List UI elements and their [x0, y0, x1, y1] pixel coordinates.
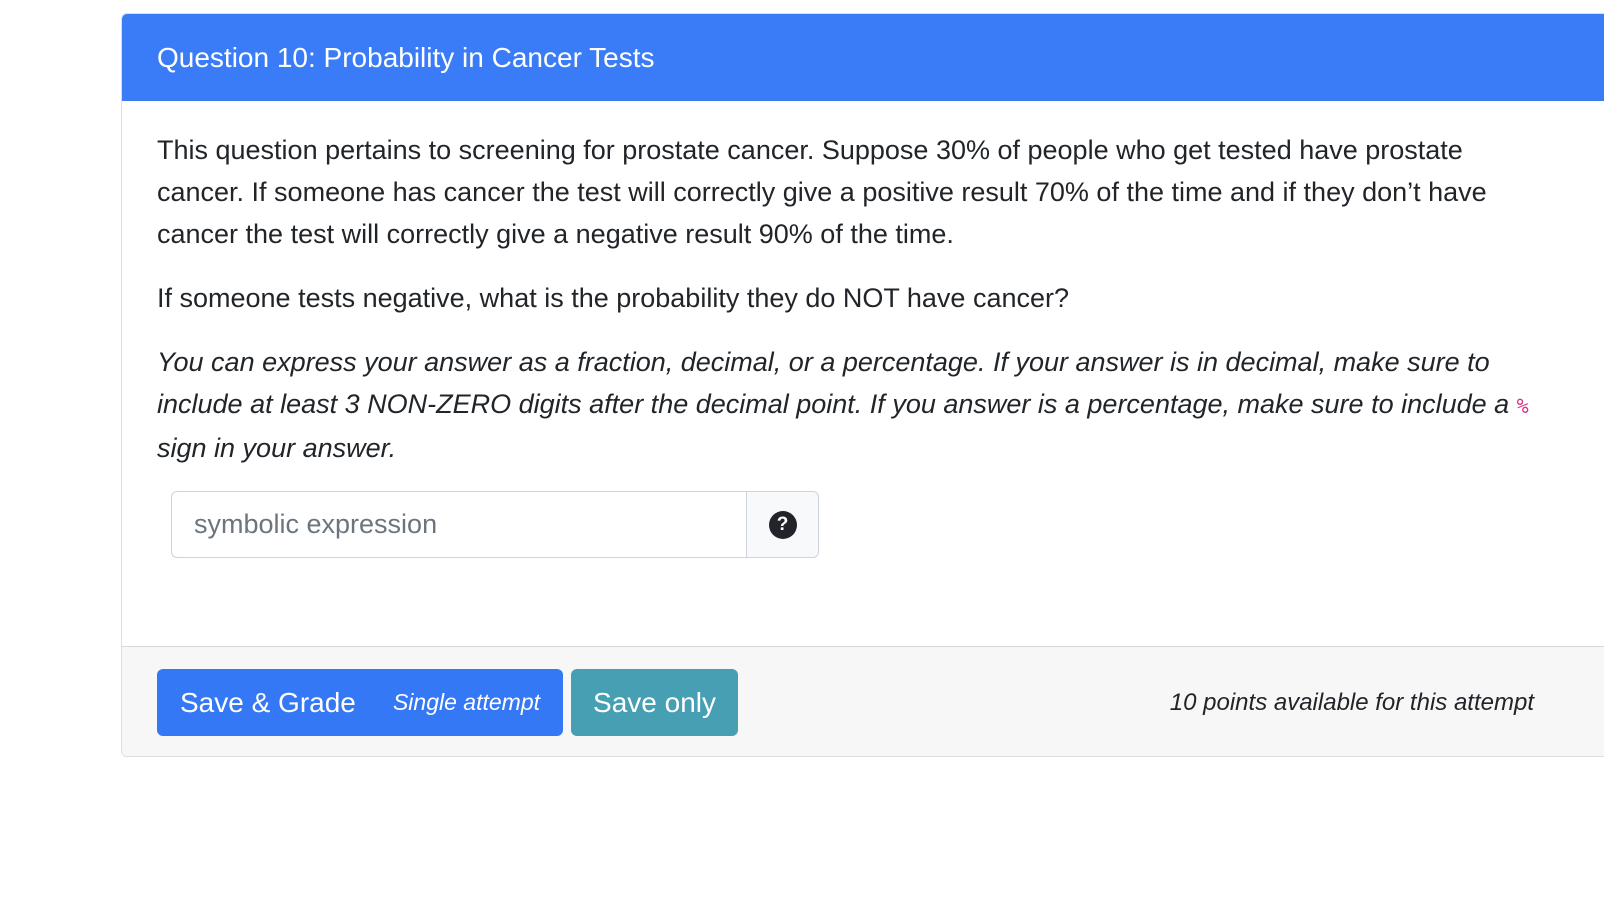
question-card: Question 10: Probability in Cancer Tests… [121, 13, 1604, 757]
question-circle-icon: ? [768, 510, 797, 539]
question-title: Question 10: Probability in Cancer Tests [157, 41, 655, 73]
question-footer: Save & Grade Single attempt Save only 10… [122, 646, 1604, 756]
save-and-grade-label: Save & Grade [180, 686, 356, 718]
help-button[interactable]: ? [746, 491, 819, 558]
save-and-grade-button[interactable]: Save & Grade Single attempt [157, 669, 563, 736]
points-available-text: 10 points available for this attempt [1169, 688, 1534, 716]
answer-instructions: You can express your answer as a fractio… [157, 341, 1537, 469]
single-attempt-label: Single attempt [392, 689, 540, 715]
question-paragraph-1: This question pertains to screening for … [157, 135, 1487, 249]
answer-input[interactable] [171, 491, 746, 558]
question-body: This question pertains to screening for … [122, 101, 1537, 558]
question-paragraph-2: If someone tests negative, what is the p… [157, 283, 1070, 313]
percent-sign-code: % [1516, 394, 1529, 418]
question-header: Question 10: Probability in Cancer Tests [122, 14, 1604, 101]
instructions-text-after: sign in your answer. [157, 433, 397, 463]
save-only-button[interactable]: Save only [571, 669, 738, 736]
answer-input-group: ? [171, 491, 819, 558]
instructions-text-before: You can express your answer as a fractio… [157, 347, 1517, 419]
